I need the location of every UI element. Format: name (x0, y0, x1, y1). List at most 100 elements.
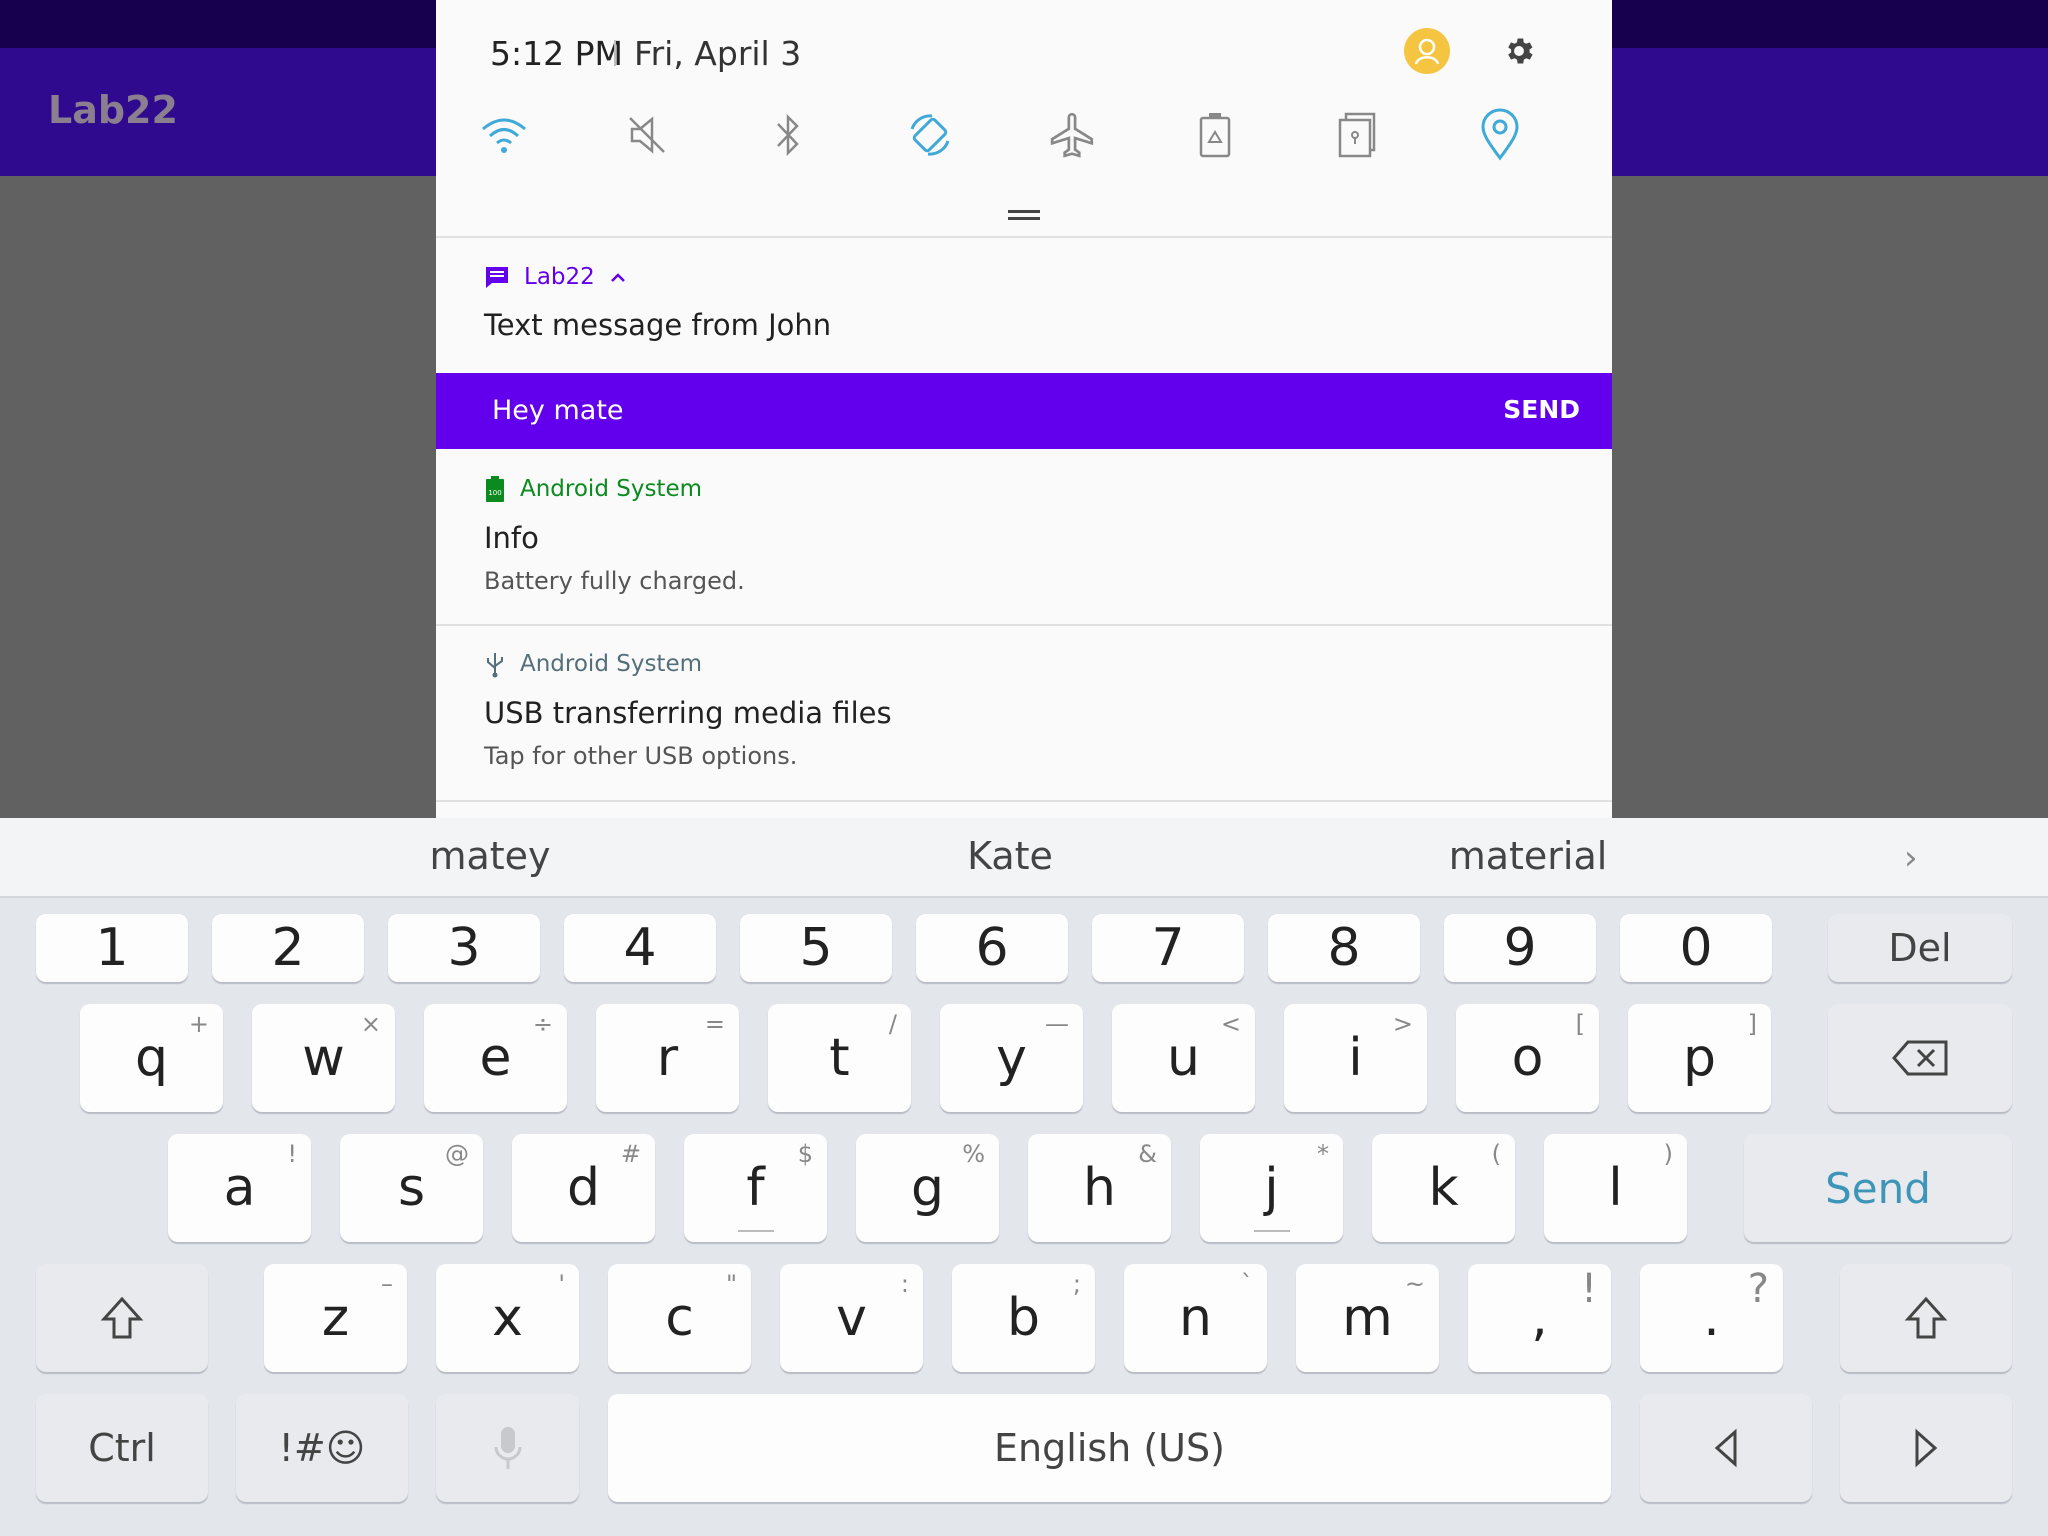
backspace-icon (1892, 1040, 1948, 1076)
key-9[interactable]: 9 (1444, 914, 1596, 982)
key-t[interactable]: t / (768, 1004, 911, 1112)
shift-key-right[interactable] (1840, 1264, 2012, 1372)
symbols-emoji-key[interactable]: !#☺ (236, 1394, 408, 1502)
reply-send-button[interactable]: SEND (1503, 395, 1580, 424)
location-icon[interactable] (1470, 105, 1530, 165)
key-r[interactable]: r = (596, 1004, 739, 1112)
backspace-key[interactable] (1828, 1004, 2012, 1112)
header-separator (614, 40, 616, 66)
notification-divider (436, 800, 1612, 802)
auto-rotate-icon[interactable] (900, 105, 960, 165)
key-z[interactable]: z – (264, 1264, 407, 1372)
reply-input[interactable]: Hey mate (492, 395, 624, 426)
notification-app-name: Android System (520, 476, 703, 502)
key-h[interactable]: h & (1028, 1134, 1171, 1242)
del-key[interactable]: Del (1828, 914, 2012, 982)
key-3[interactable]: 3 (388, 914, 540, 982)
suggestion-bar: matey Kate material › (0, 818, 2048, 898)
settings-gear-icon[interactable] (1496, 28, 1542, 74)
key-d[interactable]: d # (512, 1134, 655, 1242)
key-l[interactable]: l) (1544, 1134, 1687, 1242)
more-suggestions-chevron-icon[interactable]: › (1904, 838, 1918, 878)
key-6[interactable]: 6 (916, 914, 1068, 982)
power-saving-icon[interactable] (1185, 105, 1245, 165)
cursor-right-key[interactable] (1840, 1394, 2012, 1502)
suggestion-3[interactable]: material (1418, 834, 1638, 878)
shade-header: 5:12 PM Fri, April 3 (436, 0, 1612, 238)
notification-title: USB transferring media files (484, 696, 892, 730)
notification-header: Android System (484, 650, 702, 678)
user-avatar-icon[interactable] (1404, 28, 1450, 74)
notification-text: Tap for other USB options. (484, 742, 798, 770)
key-w[interactable]: w × (252, 1004, 395, 1112)
notification-lab22[interactable]: Lab22 Text message from John (436, 240, 1612, 373)
notification-title: Text message from John (484, 308, 832, 342)
shift-arrow-icon (1904, 1296, 1948, 1339)
key-a[interactable]: a! (168, 1134, 311, 1242)
mute-icon[interactable] (617, 105, 677, 165)
quick-settings-row (436, 105, 1612, 165)
key-0[interactable]: 0 (1620, 914, 1772, 982)
arrow-left-icon (1714, 1428, 1737, 1468)
message-icon (486, 267, 508, 288)
ctrl-key[interactable]: Ctrl (36, 1394, 208, 1502)
key-y[interactable]: y — (940, 1004, 1083, 1112)
notification-header: 100 Android System (484, 475, 702, 503)
collapse-chevron-icon[interactable] (609, 270, 627, 284)
key-q[interactable]: q + (80, 1004, 223, 1112)
key-k[interactable]: k( (1372, 1134, 1515, 1242)
home-key-marker (1253, 1230, 1290, 1232)
shift-arrow-icon (100, 1296, 144, 1339)
home-key-marker (737, 1230, 774, 1232)
notification-text: Battery fully charged. (484, 567, 745, 595)
key-4[interactable]: 4 (564, 914, 716, 982)
app-title: Lab22 (48, 88, 178, 132)
key-v[interactable]: v: (780, 1264, 923, 1372)
key-e[interactable]: e ÷ (424, 1004, 567, 1112)
key-8[interactable]: 8 (1268, 914, 1420, 982)
airplane-mode-icon[interactable] (1043, 105, 1103, 165)
date: Fri, April 3 (634, 34, 802, 73)
secure-folder-icon[interactable] (1327, 105, 1387, 165)
notification-header: Lab22 (484, 264, 627, 290)
key-1[interactable]: 1 (36, 914, 188, 982)
notification-app-name: Android System (520, 651, 703, 677)
wifi-icon[interactable] (474, 105, 534, 165)
key-p[interactable]: p] (1628, 1004, 1771, 1112)
key-g[interactable]: g% (856, 1134, 999, 1242)
key-b[interactable]: b; (952, 1264, 1095, 1372)
key-x[interactable]: x ' (436, 1264, 579, 1372)
voice-input-key[interactable] (436, 1394, 579, 1502)
key-u[interactable]: u < (1112, 1004, 1255, 1112)
key-n[interactable]: n ` (1124, 1264, 1267, 1372)
key-m[interactable]: m ~ (1296, 1264, 1439, 1372)
notification-shade: 5:12 PM Fri, April 3 Lab22 Text message … (436, 0, 1612, 818)
shade-expand-handle[interactable] (1008, 210, 1040, 220)
key-comma[interactable]: ,! (1468, 1264, 1611, 1372)
key-j[interactable]: j * (1200, 1134, 1343, 1242)
notification-usb[interactable]: Android System USB transferring media fi… (436, 626, 1612, 800)
suggestion-1[interactable]: matey (380, 834, 600, 878)
key-f[interactable]: f $ (684, 1134, 827, 1242)
key-period[interactable]: .? (1640, 1264, 1783, 1372)
key-7[interactable]: 7 (1092, 914, 1244, 982)
key-i[interactable]: i > (1284, 1004, 1427, 1112)
send-key[interactable]: Send (1744, 1134, 2012, 1242)
key-2[interactable]: 2 (212, 914, 364, 982)
suggestion-2[interactable]: Kate (900, 834, 1120, 878)
key-o[interactable]: o[ (1456, 1004, 1599, 1112)
clock: 5:12 PM (490, 34, 623, 73)
shift-key-left[interactable] (36, 1264, 208, 1372)
cursor-left-key[interactable] (1640, 1394, 1812, 1502)
inline-reply-bar[interactable]: Hey mate SEND (436, 373, 1612, 449)
on-screen-keyboard: matey Kate material › 1 2 3 4 5 6 7 8 9 … (0, 818, 2048, 1536)
key-s[interactable]: s @ (340, 1134, 483, 1242)
space-bar[interactable]: English (US) (608, 1394, 1611, 1502)
bluetooth-icon[interactable] (758, 105, 818, 165)
arrow-right-icon (1915, 1428, 1938, 1468)
key-c[interactable]: c " (608, 1264, 751, 1372)
notification-battery[interactable]: 100 Android System Info Battery fully ch… (436, 449, 1612, 624)
battery-full-icon: 100 (486, 476, 504, 502)
key-5[interactable]: 5 (740, 914, 892, 982)
svg-text:100: 100 (488, 489, 501, 497)
